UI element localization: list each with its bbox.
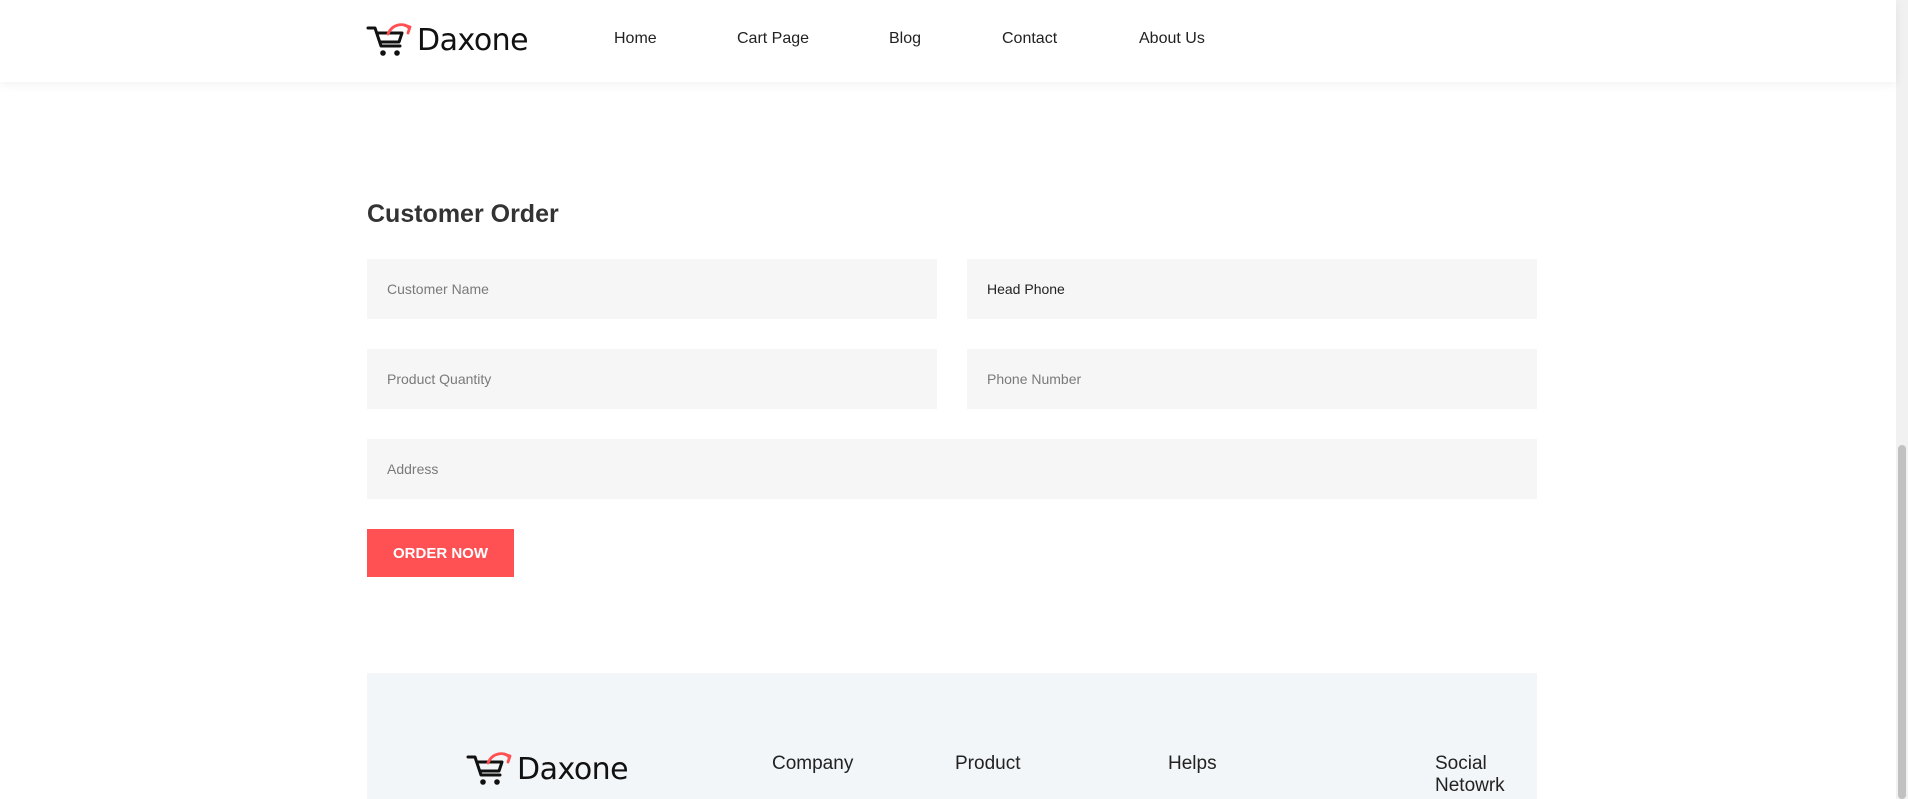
footer-heading-helps: Helps	[1168, 753, 1217, 774]
address-input[interactable]	[387, 461, 1537, 477]
customer-name-field[interactable]	[367, 259, 937, 319]
nav-contact[interactable]: Contact	[1002, 30, 1057, 48]
address-field[interactable]	[367, 439, 1537, 499]
footer-logo[interactable]: Daxone	[466, 751, 629, 787]
site-footer: Daxone Company Product Helps Social Neto…	[367, 673, 1537, 799]
nav-home[interactable]: Home	[614, 30, 657, 48]
product-field[interactable]	[967, 259, 1537, 319]
scrollbar-thumb[interactable]	[1898, 445, 1906, 799]
footer-heading-social-network: Social Netowrk	[1435, 753, 1505, 796]
header-logo[interactable]: Daxone	[366, 22, 529, 58]
site-header: Daxone Home Cart Page Blog Contact About…	[0, 0, 1896, 82]
phone-number-input[interactable]	[987, 371, 1537, 387]
nav-about-us[interactable]: About Us	[1139, 30, 1205, 48]
product-input[interactable]	[987, 281, 1537, 297]
page-title: Customer Order	[367, 200, 559, 228]
customer-name-input[interactable]	[387, 281, 937, 297]
footer-brand-name: Daxone	[517, 751, 629, 787]
page-scrollbar[interactable]	[1896, 0, 1908, 799]
footer-heading-company: Company	[772, 753, 854, 774]
product-quantity-input[interactable]	[387, 371, 937, 387]
phone-number-field[interactable]	[967, 349, 1537, 409]
cart-logo-icon	[466, 752, 512, 785]
product-quantity-field[interactable]	[367, 349, 937, 409]
footer-heading-product: Product	[955, 753, 1021, 774]
order-now-button[interactable]: ORDER NOW	[367, 529, 514, 577]
nav-blog[interactable]: Blog	[889, 30, 921, 48]
cart-logo-icon	[366, 23, 412, 56]
nav-cart-page[interactable]: Cart Page	[737, 30, 809, 48]
brand-name: Daxone	[417, 22, 529, 58]
